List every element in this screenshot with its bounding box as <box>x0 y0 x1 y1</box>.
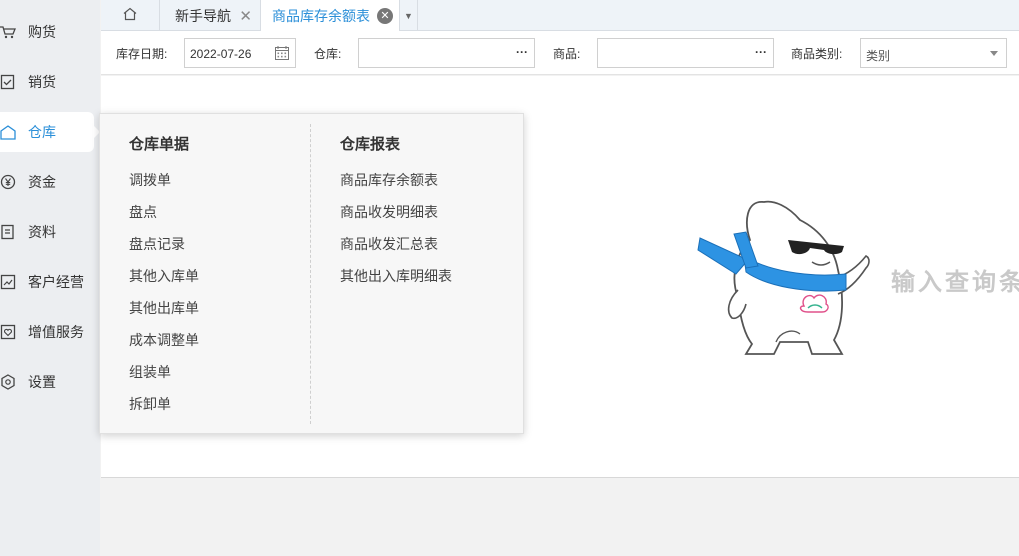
menu-item-stocktake-records[interactable]: 盘点记录 <box>129 234 185 254</box>
menu-item-transfer[interactable]: 调拨单 <box>129 170 171 190</box>
sidebar-item-sales[interactable]: 销货 <box>0 62 94 102</box>
document-icon <box>0 224 16 240</box>
warehouse-dropdown-menu: 仓库单据 调拨单 盘点 盘点记录 其他入库单 其他出库单 成本调整单 组装单 拆… <box>99 113 524 434</box>
category-value: 类别 <box>866 49 891 63</box>
calendar-icon[interactable] <box>274 45 290 64</box>
date-value: 2022-07-26 <box>190 47 252 61</box>
sidebar-item-label: 仓库 <box>28 124 56 140</box>
warehouse-label: 仓库: <box>314 47 342 61</box>
sidebar-item-value-added[interactable]: 增值服务 <box>0 312 94 352</box>
category-label: 商品类别: <box>791 47 843 61</box>
watermark-text: 输入查询条 <box>891 269 1019 296</box>
chevron-down-icon: ▼ <box>404 10 413 21</box>
sidebar-item-settings[interactable]: 设置 <box>0 362 94 402</box>
menu-item-stocktake[interactable]: 盘点 <box>129 202 157 222</box>
date-label: 库存日期: <box>116 47 168 61</box>
sidebar-item-customers[interactable]: 客户经营 <box>0 262 94 302</box>
product-label: 商品: <box>553 47 581 61</box>
tab-home[interactable] <box>101 0 160 31</box>
chevron-down-icon <box>990 51 998 56</box>
tab-stock-balance[interactable]: 商品库存余额表 ✕ <box>261 0 400 32</box>
category-select[interactable]: 类别 <box>860 38 1007 68</box>
tab-guide[interactable]: 新手导航 ✕ <box>160 0 261 31</box>
menu-item-stock-movement-summary[interactable]: 商品收发汇总表 <box>340 234 438 254</box>
menu-item-stock-movement-detail[interactable]: 商品收发明细表 <box>340 202 438 222</box>
sidebar-item-label: 销货 <box>28 74 56 90</box>
cart-icon <box>0 24 16 40</box>
gear-icon <box>0 374 16 390</box>
heart-icon <box>0 324 16 340</box>
sales-icon <box>0 74 16 90</box>
home-icon <box>123 7 137 24</box>
menu-item-disassembly[interactable]: 拆卸单 <box>129 394 171 414</box>
menu-item-assembly[interactable]: 组装单 <box>129 362 171 382</box>
filter-bar: 库存日期: 2022-07-26 仓库: ··· 商品: ··· 商品类别: 类… <box>101 31 1019 75</box>
tab-bar: 新手导航 ✕ 商品库存余额表 ✕ ▼ <box>101 0 1019 32</box>
sidebar-item-label: 增值服务 <box>28 324 84 340</box>
menu-item-stock-balance-report[interactable]: 商品库存余额表 <box>340 170 438 190</box>
chart-icon <box>0 274 16 290</box>
sidebar-item-label: 购货 <box>28 24 56 40</box>
menu-item-other-outbound[interactable]: 其他出库单 <box>129 298 199 318</box>
warehouse-icon <box>0 124 16 140</box>
sidebar-item-purchase[interactable]: 购货 <box>0 12 94 52</box>
product-field[interactable]: ··· <box>597 38 774 68</box>
more-options-icon[interactable]: ··· <box>755 45 767 59</box>
menu-item-cost-adjustment[interactable]: 成本调整单 <box>129 330 199 350</box>
more-options-icon[interactable]: ··· <box>516 45 528 59</box>
warehouse-field[interactable]: ··· <box>358 38 535 68</box>
sidebar: 购货 销货 仓库 资金 资料 客户经营 增值服务 设置 <box>0 0 100 556</box>
close-circle-icon[interactable]: ✕ <box>377 8 393 24</box>
close-icon[interactable]: ✕ <box>239 7 252 25</box>
sidebar-item-label: 资料 <box>28 224 56 240</box>
mascot-illustration <box>696 194 876 367</box>
sidebar-item-funds[interactable]: 资金 <box>0 162 94 202</box>
tab-label: 新手导航 <box>175 7 231 24</box>
sidebar-item-label: 客户经营 <box>28 274 84 290</box>
tab-label: 商品库存余额表 <box>272 8 370 24</box>
tab-more-dropdown[interactable]: ▼ <box>400 0 418 31</box>
menu-item-other-in-out-detail[interactable]: 其他出入库明细表 <box>340 266 452 286</box>
yen-icon <box>0 174 16 190</box>
sidebar-item-label: 资金 <box>28 174 56 190</box>
sidebar-item-label: 设置 <box>28 374 56 390</box>
menu-item-other-inbound[interactable]: 其他入库单 <box>129 266 199 286</box>
menu-title-warehouse-documents: 仓库单据 <box>129 136 190 153</box>
menu-divider <box>310 124 311 424</box>
menu-title-warehouse-reports: 仓库报表 <box>340 136 401 153</box>
date-field[interactable]: 2022-07-26 <box>184 38 296 68</box>
sidebar-item-data[interactable]: 资料 <box>0 212 94 252</box>
sidebar-item-warehouse[interactable]: 仓库 <box>0 112 100 152</box>
